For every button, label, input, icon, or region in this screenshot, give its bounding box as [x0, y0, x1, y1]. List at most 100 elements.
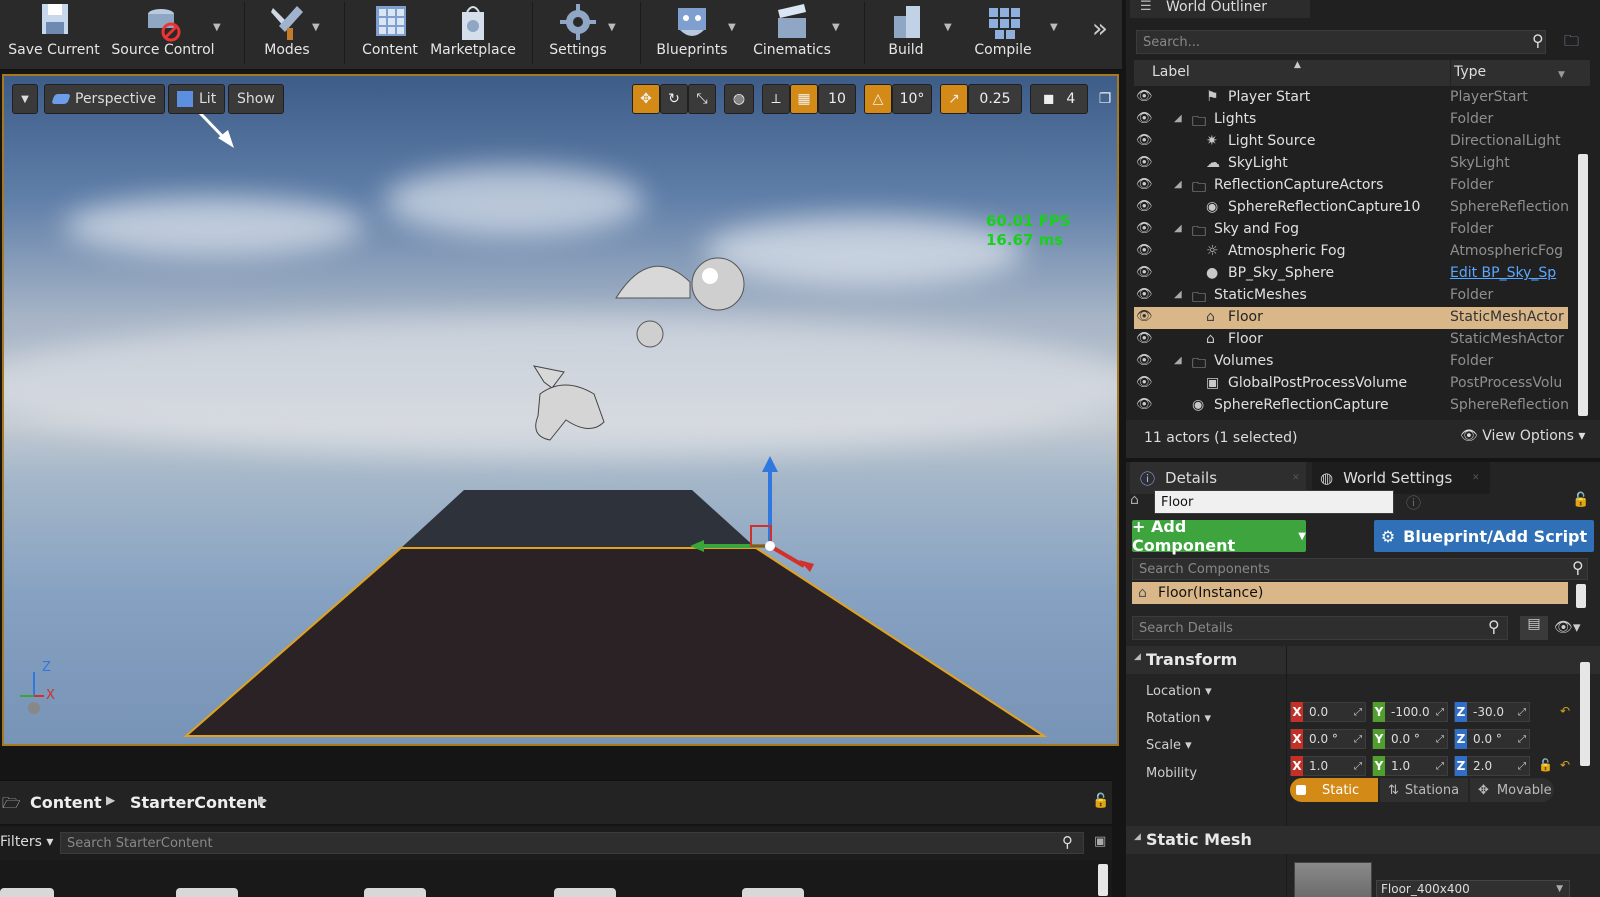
outliner-row[interactable]: 👁 ◢ 🗀 StaticMeshes Folder — [1134, 285, 1568, 307]
build-dropdown-icon[interactable]: ▼ — [944, 22, 952, 33]
blueprints-dropdown-icon[interactable]: ▼ — [728, 22, 736, 33]
asset-thumbnail[interactable] — [0, 888, 54, 897]
scale-snap-value[interactable]: 0.25 — [968, 84, 1022, 114]
visibility-eye-icon[interactable]: 👁 — [1136, 243, 1153, 258]
world-local-button[interactable]: ◍ — [724, 84, 754, 114]
content-search-input[interactable]: Search StarterContent — [60, 832, 1084, 854]
asset-thumbnail[interactable] — [742, 888, 804, 897]
actor-name-input[interactable]: Floor — [1154, 490, 1394, 514]
outliner-search-input[interactable]: Search... — [1136, 30, 1546, 54]
compile-dropdown-icon[interactable]: ▼ — [1050, 22, 1058, 33]
level-viewport[interactable]: Z X ▼ Perspective Lit Show ✥ ↻ ⤡ ◍ ⟂ ▦ 1… — [2, 74, 1119, 746]
rotation-snap-toggle[interactable]: △ — [864, 84, 892, 114]
rotation-snap-value[interactable]: 10° — [892, 84, 932, 114]
location-x-field[interactable]: X 0.0 ⤢ — [1290, 702, 1366, 722]
perspective-button[interactable]: Perspective — [44, 84, 166, 114]
eye-icon[interactable]: 👁▾ — [1554, 618, 1581, 636]
source-control-dropdown-icon[interactable]: ▼ — [213, 22, 221, 33]
outliner-row[interactable]: 👁 ⌂ Floor StaticMeshActor — [1134, 307, 1568, 329]
asset-thumbnail[interactable] — [176, 888, 238, 897]
visibility-eye-icon[interactable]: 👁 — [1136, 177, 1153, 192]
outliner-row[interactable]: 👁 ✷ Light Source DirectionalLight — [1134, 131, 1568, 153]
visibility-eye-icon[interactable]: 👁 — [1136, 287, 1153, 302]
cinematics-button[interactable]: Cinematics — [748, 0, 836, 66]
outliner-row[interactable]: 👁 ◉ SphereReflectionCapture10 SphereReflect… — [1134, 197, 1568, 219]
close-tab-icon[interactable]: ✕ — [1472, 473, 1480, 483]
visibility-eye-icon[interactable]: 👁 — [1136, 199, 1153, 214]
add-component-button[interactable]: + Add Component ▼ — [1132, 517, 1306, 555]
show-button[interactable]: Show — [228, 84, 284, 114]
expand-triangle-icon[interactable]: ◢ — [1174, 289, 1182, 300]
drag-spin-icon[interactable]: ⤢ — [1354, 734, 1365, 745]
drag-spin-icon[interactable]: ⤢ — [1436, 761, 1447, 772]
mobility-stationary-button[interactable]: ⇅ Stationa — [1380, 778, 1468, 802]
grid-snap-toggle[interactable]: ▦ — [790, 84, 818, 114]
drag-spin-icon[interactable]: ⤢ — [1518, 734, 1529, 745]
outliner-row[interactable]: 👁 ◢ 🗀 Lights Folder — [1134, 109, 1568, 131]
asset-thumbnail[interactable] — [364, 888, 426, 897]
drag-spin-icon[interactable]: ⤢ — [1436, 707, 1447, 718]
scale-snap-toggle[interactable]: ↗ — [940, 84, 968, 114]
lit-button[interactable]: Lit — [168, 84, 226, 114]
drag-spin-icon[interactable]: ⤢ — [1436, 734, 1447, 745]
blueprint-add-script-button[interactable]: ⚙ Blueprint/Add Script — [1374, 520, 1594, 552]
visibility-eye-icon[interactable]: 👁 — [1136, 265, 1153, 280]
visibility-eye-icon[interactable]: 👁 — [1136, 397, 1153, 412]
outliner-row[interactable]: 👁 ◢ 🗀 Sky and Fog Folder — [1134, 219, 1568, 241]
visibility-eye-icon[interactable]: 👁 — [1136, 155, 1153, 170]
reset-to-default-icon[interactable]: ↶ — [1560, 704, 1570, 718]
visibility-eye-icon[interactable]: 👁 — [1136, 309, 1153, 324]
static-mesh-picker[interactable]: Floor_400x400 ▼ — [1376, 880, 1570, 897]
lock-icon[interactable]: 🔓 — [1572, 492, 1589, 508]
visibility-eye-icon[interactable]: 👁 — [1136, 111, 1153, 126]
grid-snap-value[interactable]: 10 — [818, 84, 856, 114]
drag-spin-icon[interactable]: ⤢ — [1518, 761, 1529, 772]
transform-section[interactable]: ◢ Transform — [1126, 646, 1600, 674]
save-current-button[interactable]: Save Current — [4, 0, 104, 66]
modes-button[interactable]: Modes — [252, 0, 322, 66]
breadcrumb-content[interactable]: Content — [30, 793, 102, 812]
blueprints-button[interactable]: Blueprints — [650, 0, 734, 66]
expand-triangle-icon[interactable]: ◢ — [1174, 223, 1182, 234]
property-matrix-icon[interactable]: ▤ — [1520, 616, 1548, 640]
expand-triangle-icon[interactable]: ◢ — [1174, 355, 1182, 366]
expand-triangle-icon[interactable]: ◢ — [1174, 113, 1182, 124]
drag-spin-icon[interactable]: ⤢ — [1354, 707, 1365, 718]
reset-to-default-icon[interactable]: ↶ — [1560, 758, 1570, 772]
column-type-header[interactable]: Type — [1454, 64, 1486, 80]
scale-lock-icon[interactable]: 🔓 — [1538, 758, 1553, 772]
rotation-y-field[interactable]: Y 0.0 ° ⤢ — [1372, 729, 1448, 749]
breadcrumb-separator-icon[interactable]: ▶ — [258, 793, 267, 807]
visibility-eye-icon[interactable]: 👁 — [1136, 331, 1153, 346]
location-label[interactable]: Location ▾ — [1146, 684, 1212, 699]
translate-tool-button[interactable]: ✥ — [632, 84, 660, 114]
expand-triangle-icon[interactable]: ◢ — [1174, 179, 1182, 190]
component-floor-instance[interactable]: ⌂ Floor(Instance) — [1132, 582, 1568, 604]
column-label-header[interactable]: Label — [1152, 64, 1190, 80]
static-mesh-thumbnail[interactable] — [1294, 862, 1372, 897]
breadcrumb-startercontent[interactable]: StarterContent — [130, 793, 266, 812]
scale-y-field[interactable]: Y 1.0 ⤢ — [1372, 756, 1448, 776]
scale-label[interactable]: Scale ▾ — [1146, 738, 1192, 753]
mobility-movable-button[interactable]: ✥ Movable — [1470, 778, 1554, 802]
settings-dropdown-icon[interactable]: ▼ — [608, 22, 616, 33]
camera-speed-button[interactable]: ◼ 4 — [1030, 84, 1088, 114]
outliner-row[interactable]: 👁 ▣ GlobalPostProcessVolume PostProcessVolu — [1134, 373, 1568, 395]
drag-spin-icon[interactable]: ⤢ — [1354, 761, 1365, 772]
add-folder-icon[interactable]: 🗀 — [1564, 31, 1579, 56]
outliner-row[interactable]: 👁 ◉ SphereReflectionCapture SphereReflectio… — [1134, 395, 1568, 417]
modes-dropdown-icon[interactable]: ▼ — [312, 22, 320, 33]
surface-snap-button[interactable]: ⟂ — [762, 84, 790, 114]
rotation-label[interactable]: Rotation ▾ — [1146, 711, 1211, 726]
save-search-icon[interactable]: ▣ — [1094, 834, 1106, 849]
visibility-eye-icon[interactable]: 👁 — [1136, 375, 1153, 390]
visibility-eye-icon[interactable]: 👁 — [1136, 353, 1153, 368]
search-details-input[interactable]: Search Details — [1132, 616, 1508, 640]
rotation-x-field[interactable]: X 0.0 ° ⤢ — [1290, 729, 1366, 749]
outliner-row[interactable]: 👁 ⌂ Floor StaticMeshActor — [1134, 329, 1568, 351]
outliner-row[interactable]: 👁 ☼ Atmospheric Fog AtmosphericFog — [1134, 241, 1568, 263]
static-mesh-section[interactable]: ◢ Static Mesh — [1126, 826, 1600, 854]
asset-thumbnail[interactable] — [554, 888, 616, 897]
location-y-field[interactable]: Y -100.0 ⤢ — [1372, 702, 1448, 722]
visibility-eye-icon[interactable]: 👁 — [1136, 221, 1153, 236]
